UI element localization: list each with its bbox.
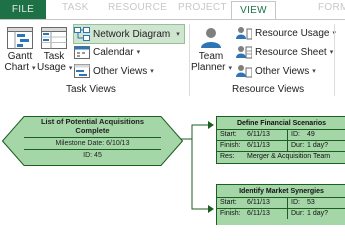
- team-planner-icon: [201, 28, 221, 48]
- duration-label: Dur:: [291, 142, 305, 149]
- gantt-chart-label-text: Chart: [4, 62, 29, 73]
- calendar-button[interactable]: Calendar ▾: [74, 43, 140, 61]
- task-usage-button[interactable]: Task Usage ▾: [37, 27, 73, 74]
- finish-value: 6/11/13: [247, 142, 270, 149]
- resource-value: Merger & Acquisition Team: [247, 153, 331, 160]
- gantt-chart-button[interactable]: Gantt Chart ▾: [3, 27, 37, 74]
- start-label: Start:: [220, 199, 237, 206]
- resource-usage-icon: [236, 26, 252, 40]
- resource-sheet-button[interactable]: Resource Sheet ▾: [236, 43, 333, 61]
- task-usage-label-line2: Usage ▾: [37, 62, 73, 74]
- task-other-views-button[interactable]: Other Views ▾: [74, 62, 154, 80]
- task-node-identify-market-synergies[interactable]: Identify Market Synergies Start: 6/11/13…: [216, 184, 345, 225]
- team-planner-label-line1: Team: [198, 51, 224, 62]
- task-node-title: Identify Market Synergies: [217, 185, 345, 198]
- cell-divider: [287, 198, 288, 208]
- team-planner-label-text: Planner: [191, 62, 226, 73]
- task-node-row-start: Start: 6/11/13 ID: 53: [217, 198, 345, 209]
- start-value: 6/11/13: [247, 131, 270, 138]
- tab-view[interactable]: VIEW: [231, 1, 276, 20]
- resource-other-views-label: Other Views: [255, 65, 310, 77]
- task-node-title: Define Financial Scenarios: [217, 117, 345, 130]
- resource-usage-button[interactable]: Resource Usage ▾: [236, 24, 336, 42]
- chevron-down-icon: ▾: [31, 65, 36, 72]
- ribbon-panel: Gantt Chart ▾ Task Usage ▾ Network Diagr…: [0, 19, 345, 98]
- task-usage-label-text: Usage: [37, 62, 66, 73]
- team-planner-button[interactable]: Team Planner ▾: [191, 27, 232, 74]
- task-node-define-financial-scenarios[interactable]: Define Financial Scenarios Start: 6/11/1…: [216, 116, 345, 164]
- task-node-row-finish: Finish: 6/11/13 Dur: 1 day?: [217, 209, 345, 219]
- group-divider: [189, 24, 190, 96]
- other-views-icon: [74, 64, 90, 78]
- gantt-chart-label-line2: Chart ▾: [3, 62, 37, 74]
- finish-value: 6/11/13: [247, 210, 270, 217]
- id-value: 49: [307, 131, 315, 138]
- resource-label: Res:: [220, 153, 235, 160]
- duration-label: Dur:: [291, 210, 305, 217]
- gantt-chart-icon: [7, 27, 33, 49]
- finish-label: Finish:: [220, 210, 241, 217]
- chevron-down-icon: ▾: [312, 68, 316, 75]
- cell-divider: [287, 141, 288, 151]
- resource-sheet-label: Resource Sheet: [255, 46, 327, 58]
- team-planner-label-line2: Planner ▾: [191, 62, 232, 74]
- network-diagram-label: Network Diagram: [93, 28, 171, 40]
- task-node-row-finish: Finish: 6/11/13 Dur: 1 day?: [217, 141, 345, 152]
- duration-value: 1 day?: [307, 210, 329, 217]
- tab-resource[interactable]: RESOURCE: [108, 2, 167, 13]
- milestone-node[interactable]: List of Potential Acquisitions Complete …: [2, 116, 183, 166]
- chevron-down-icon: ▾: [150, 68, 154, 75]
- id-label: ID:: [291, 199, 300, 206]
- start-value: 6/11/13: [247, 199, 270, 206]
- id-label: ID:: [291, 131, 300, 138]
- task-node-row-start: Start: 6/11/13 ID: 49: [217, 130, 345, 141]
- chevron-down-icon: ▾: [68, 65, 73, 72]
- id-value: 53: [307, 199, 315, 206]
- chevron-down-icon: ▾: [228, 65, 232, 72]
- milestone-id: ID: 45: [83, 152, 102, 159]
- resource-other-views-button[interactable]: Other Views ▾: [236, 62, 316, 80]
- calendar-label: Calendar: [93, 46, 134, 58]
- chevron-down-icon[interactable]: ▾: [176, 30, 180, 38]
- task-usage-label-line1: Task: [43, 51, 65, 62]
- group-divider: [334, 24, 335, 96]
- task-other-views-label: Other Views: [93, 65, 148, 77]
- tab-task[interactable]: TASK: [62, 2, 89, 13]
- tab-project[interactable]: PROJECT: [178, 2, 227, 13]
- tab-format[interactable]: FORM: [318, 2, 345, 13]
- finish-label: Finish:: [220, 142, 241, 149]
- ribbon-tab-bar: FILE TASK RESOURCE PROJECT VIEW FORM: [0, 0, 345, 20]
- milestone-title: List of Potential Acquisitions Complete: [2, 117, 183, 135]
- cell-divider: [287, 130, 288, 140]
- other-views-icon: [236, 64, 252, 78]
- milestone-title-line2: Complete: [75, 126, 110, 135]
- milestone-date: Milestone Date: 6/10/13: [55, 140, 130, 147]
- resource-sheet-icon: [236, 45, 252, 59]
- chevron-down-icon: ▾: [136, 49, 141, 56]
- chevron-down-icon: ▾: [329, 49, 334, 56]
- start-label: Start:: [220, 131, 237, 138]
- network-diagram-button[interactable]: Network Diagram ▾: [73, 24, 185, 44]
- gantt-chart-label-line1: Gantt: [7, 51, 33, 62]
- task-usage-icon: [41, 27, 67, 49]
- resource-views-group-label: Resource Views: [232, 84, 305, 95]
- network-diagram-icon: [74, 27, 90, 41]
- calendar-icon: [74, 45, 90, 59]
- cell-divider: [287, 209, 288, 219]
- resource-usage-label: Resource Usage: [255, 27, 330, 39]
- task-views-group-label: Task Views: [66, 84, 116, 95]
- task-node-row-resource: Res: Merger & Acquisition Team: [217, 152, 345, 162]
- network-diagram-canvas[interactable]: List of Potential Acquisitions Complete …: [0, 97, 345, 225]
- duration-value: 1 day?: [307, 142, 329, 149]
- tab-file[interactable]: FILE: [0, 0, 46, 19]
- milestone-title-line1: List of Potential Acquisitions: [40, 117, 145, 126]
